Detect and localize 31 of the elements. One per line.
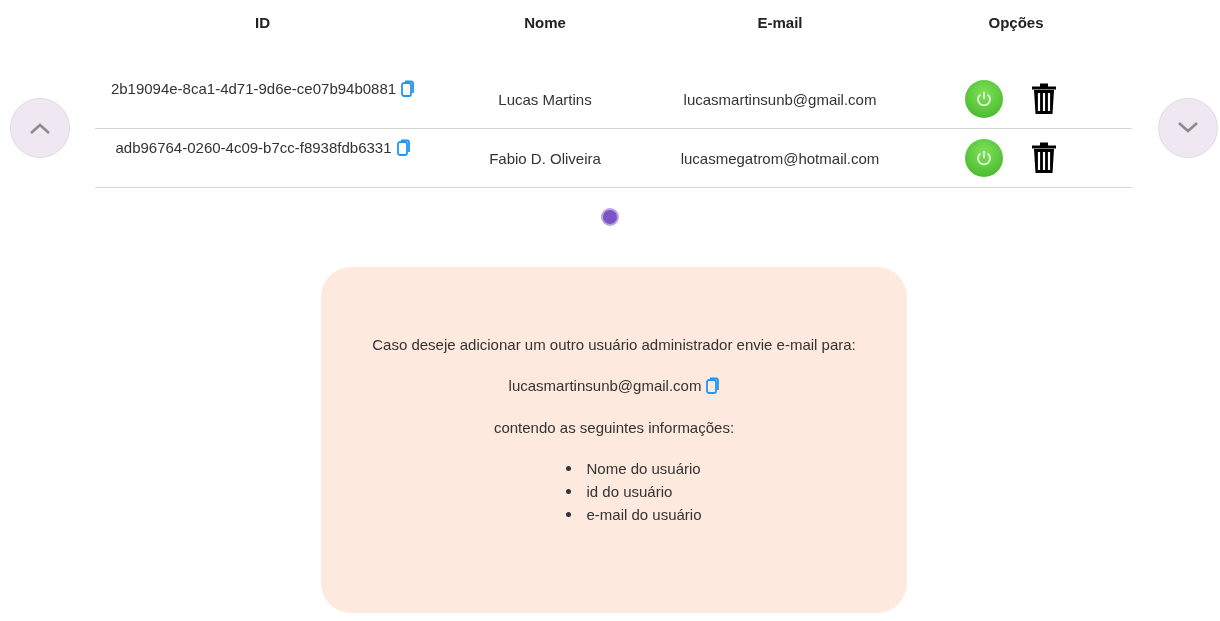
power-button[interactable] xyxy=(965,80,1003,118)
info-text: contendo as seguintes informações: xyxy=(493,419,735,436)
email-text: lucasmartinsunb@gmail.com xyxy=(683,90,877,108)
power-icon xyxy=(975,149,993,167)
id-text: 2b19094e-8ca1-4d71-9d6e-ce07b94b0881 xyxy=(110,80,397,97)
email-text: lucasmegatrom@hotmail.com xyxy=(680,149,880,167)
power-icon xyxy=(975,90,993,108)
column-header: Nome xyxy=(524,13,566,31)
copy-icon[interactable] xyxy=(401,80,415,97)
list-item: id do usuário xyxy=(586,483,673,500)
bullet-icon xyxy=(566,512,572,517)
name-text: Lucas Martins xyxy=(498,90,592,108)
copy-icon[interactable] xyxy=(706,377,720,394)
trash-icon[interactable] xyxy=(1031,82,1057,116)
bullet-icon xyxy=(566,489,572,494)
id-text: adb96764-0260-4c09-b7cc-f8938fdb6331 xyxy=(115,139,392,156)
contact-email: lucasmartinsunb@gmail.com xyxy=(508,377,702,394)
bullet-icon xyxy=(566,466,572,471)
column-header: E-mail xyxy=(757,13,803,31)
power-button[interactable] xyxy=(965,139,1003,177)
trash-icon[interactable] xyxy=(1031,141,1057,175)
list-item: e-mail do usuário xyxy=(586,506,702,523)
chevron-down-icon xyxy=(1177,121,1199,135)
column-header: Opções xyxy=(988,13,1044,31)
page-dot[interactable] xyxy=(601,208,619,226)
name-text: Fabio D. Oliveira xyxy=(489,149,601,167)
column-header: ID xyxy=(255,13,270,31)
info-text: Caso deseje adicionar um outro usuário administrador envie e-mail para: xyxy=(372,336,856,353)
chevron-up-icon xyxy=(29,121,51,135)
copy-icon[interactable] xyxy=(396,139,410,156)
list-item: Nome do usuário xyxy=(586,460,701,477)
